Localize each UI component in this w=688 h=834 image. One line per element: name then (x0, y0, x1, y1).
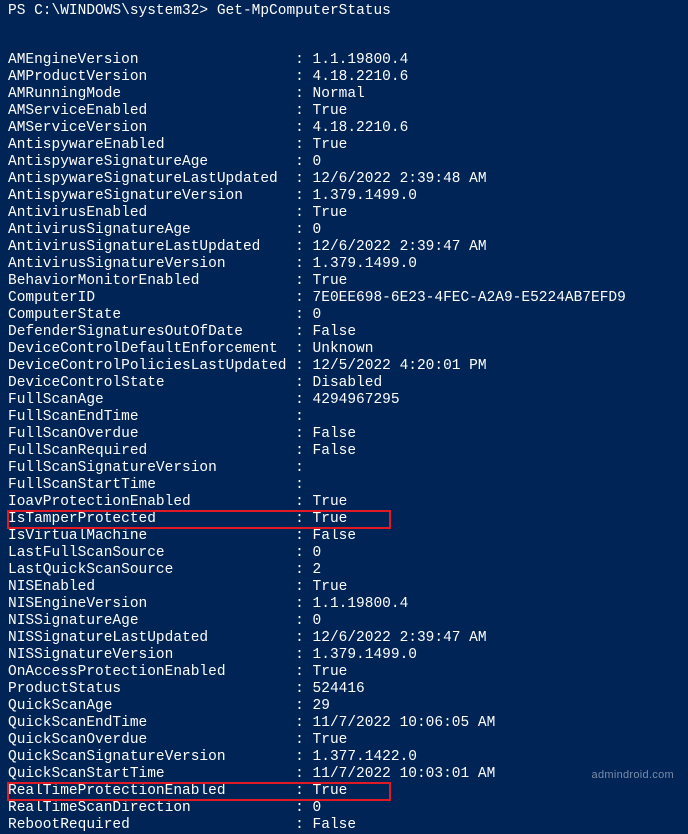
output-row: QuickScanEndTime : 11/7/2022 10:06:05 AM (8, 715, 680, 732)
output-row: DeviceControlPoliciesLastUpdated : 12/5/… (8, 358, 680, 375)
command-output: AMEngineVersion : 1.1.19800.4AMProductVe… (8, 52, 680, 834)
highlight-box (7, 782, 391, 801)
output-row: RebootRequired : False (8, 817, 680, 834)
output-row: AMRunningMode : Normal (8, 86, 680, 103)
output-row: IsTamperProtected : True (8, 511, 680, 528)
output-row: OnAccessProtectionEnabled : True (8, 664, 680, 681)
output-row: AMServiceEnabled : True (8, 103, 680, 120)
highlight-box (7, 510, 391, 529)
output-row: FullScanRequired : False (8, 443, 680, 460)
ps-prompt[interactable]: PS C:\WINDOWS\system32> Get-MpComputerSt… (8, 3, 680, 20)
output-row: QuickScanAge : 29 (8, 698, 680, 715)
output-row: QuickScanSignatureVersion : 1.377.1422.0 (8, 749, 680, 766)
output-row: DeviceControlState : Disabled (8, 375, 680, 392)
output-row: AntivirusSignatureAge : 0 (8, 222, 680, 239)
output-row: FullScanSignatureVersion : (8, 460, 680, 477)
output-row: FullScanAge : 4294967295 (8, 392, 680, 409)
output-row: AMServiceVersion : 4.18.2210.6 (8, 120, 680, 137)
prompt-command: Get-MpComputerStatus (217, 3, 391, 19)
output-row: NISSignatureLastUpdated : 12/6/2022 2:39… (8, 630, 680, 647)
output-row: QuickScanOverdue : True (8, 732, 680, 749)
output-row: DefenderSignaturesOutOfDate : False (8, 324, 680, 341)
output-row: NISEngineVersion : 1.1.19800.4 (8, 596, 680, 613)
output-row: FullScanStartTime : (8, 477, 680, 494)
output-row: IoavProtectionEnabled : True (8, 494, 680, 511)
output-row: AntispywareSignatureVersion : 1.379.1499… (8, 188, 680, 205)
output-row: ComputerState : 0 (8, 307, 680, 324)
output-row: AntivirusEnabled : True (8, 205, 680, 222)
output-row: AMProductVersion : 4.18.2210.6 (8, 69, 680, 86)
output-row: FullScanEndTime : (8, 409, 680, 426)
output-row: BehaviorMonitorEnabled : True (8, 273, 680, 290)
output-row: AntivirusSignatureLastUpdated : 12/6/202… (8, 239, 680, 256)
output-row: ProductStatus : 524416 (8, 681, 680, 698)
output-row: LastFullScanSource : 0 (8, 545, 680, 562)
output-row: AMEngineVersion : 1.1.19800.4 (8, 52, 680, 69)
prompt-prefix: PS C:\WINDOWS\system32> (8, 3, 217, 19)
output-row: RealTimeProtectionEnabled : True (8, 783, 680, 800)
output-row: AntispywareSignatureLastUpdated : 12/6/2… (8, 171, 680, 188)
output-row: LastQuickScanSource : 2 (8, 562, 680, 579)
output-row: NISSignatureVersion : 1.379.1499.0 (8, 647, 680, 664)
output-row: QuickScanStartTime : 11/7/2022 10:03:01 … (8, 766, 680, 783)
output-row: NISSignatureAge : 0 (8, 613, 680, 630)
output-row: IsVirtualMachine : False (8, 528, 680, 545)
output-row: DeviceControlDefaultEnforcement : Unknow… (8, 341, 680, 358)
output-row: RealTimeScanDirection : 0 (8, 800, 680, 817)
output-row: FullScanOverdue : False (8, 426, 680, 443)
output-row: NISEnabled : True (8, 579, 680, 596)
output-row: AntivirusSignatureVersion : 1.379.1499.0 (8, 256, 680, 273)
output-row: AntispywareEnabled : True (8, 137, 680, 154)
output-row: AntispywareSignatureAge : 0 (8, 154, 680, 171)
output-row: ComputerID : 7E0EE698-6E23-4FEC-A2A9-E52… (8, 290, 680, 307)
watermark: admindroid.com (592, 767, 674, 784)
